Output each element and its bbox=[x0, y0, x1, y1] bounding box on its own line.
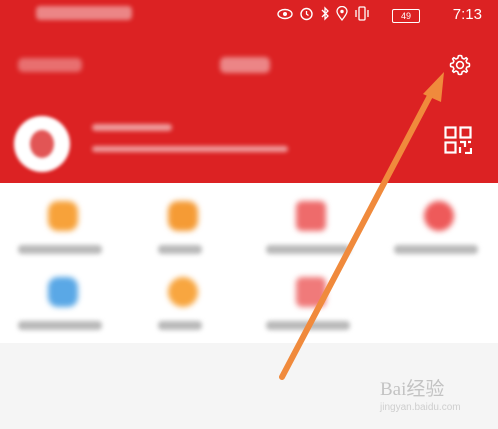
watermark: Bai经验 jingyan.baidu.com bbox=[380, 374, 492, 424]
watermark-url: jingyan.baidu.com bbox=[380, 402, 461, 413]
annotation-arrow bbox=[279, 72, 444, 380]
watermark-brand: Bai经验 bbox=[380, 379, 445, 400]
